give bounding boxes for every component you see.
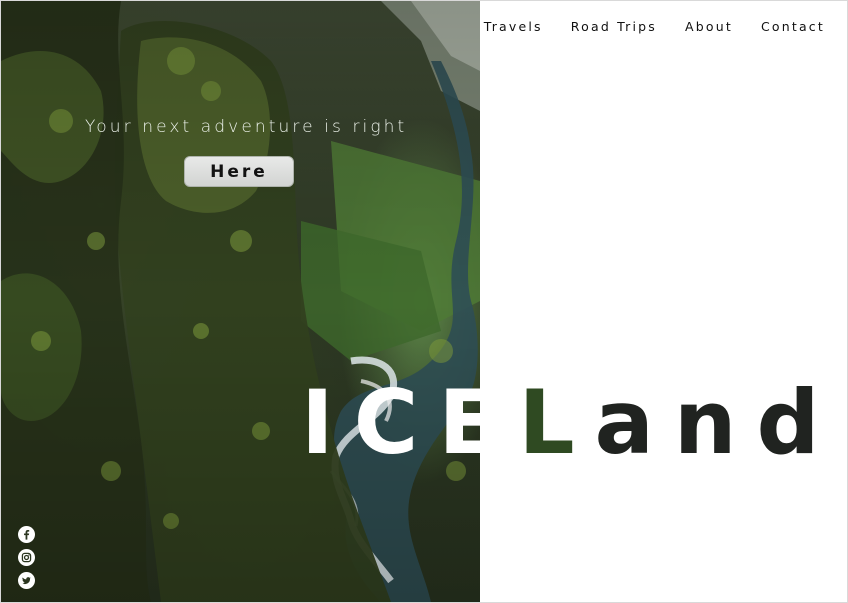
nav-item-travels[interactable]: Travels <box>484 19 543 34</box>
instagram-icon[interactable] <box>18 549 35 566</box>
social-links <box>18 526 35 589</box>
nav-item-road-trips[interactable]: Road Trips <box>571 19 657 34</box>
brand-title-part-3: and <box>594 371 840 474</box>
here-button[interactable]: Here <box>184 156 294 187</box>
twitter-icon[interactable] <box>18 572 35 589</box>
brand-title: ICELand <box>301 379 840 467</box>
landing-page: Travels Road Trips About Contact Your ne… <box>0 0 848 603</box>
facebook-icon[interactable] <box>18 526 35 543</box>
brand-title-part-1: ICE <box>301 371 519 474</box>
brand-title-part-2: L <box>518 371 595 474</box>
nav-item-about[interactable]: About <box>685 19 733 34</box>
canyon-illustration <box>1 1 480 602</box>
hero-tagline: Your next adventure is right <box>85 117 408 137</box>
nav-item-contact[interactable]: Contact <box>761 19 825 34</box>
hero-image <box>1 1 480 602</box>
top-nav: Travels Road Trips About Contact <box>484 19 825 34</box>
